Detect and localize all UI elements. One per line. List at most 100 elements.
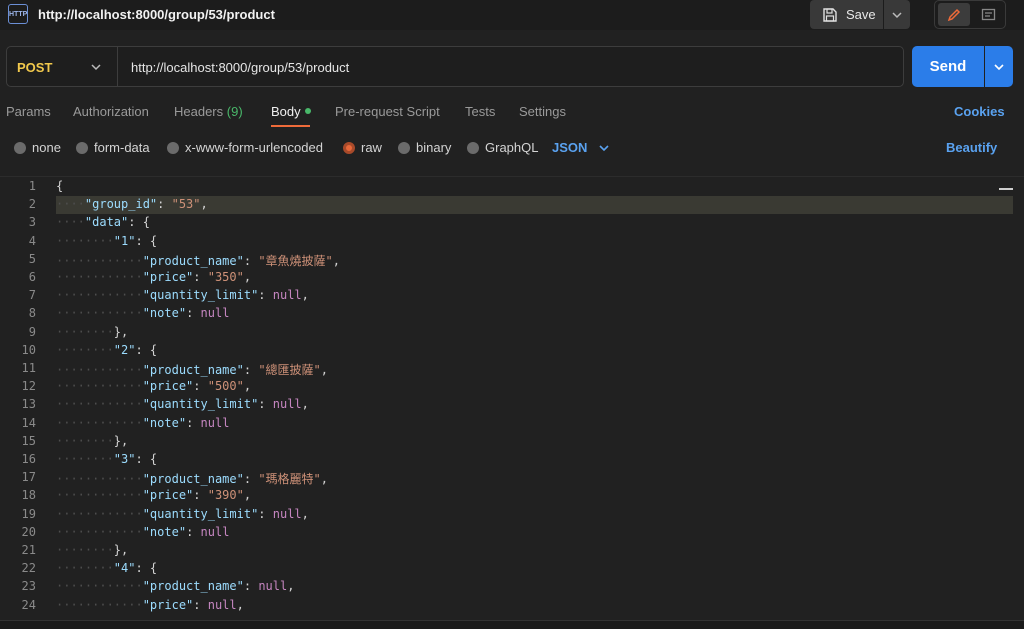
code-token: null (200, 415, 230, 430)
code-token: , (287, 579, 295, 594)
request-title-bar: HTTP http://localhost:8000/group/53/prod… (0, 0, 1024, 30)
indent-guide: ········ (56, 452, 114, 466)
code-editor[interactable]: 1{2 ····"group_id": "53", 3 ····"data": {4 ·… (0, 176, 1024, 621)
code-token: "4" (113, 561, 136, 576)
headers-count: (9) (226, 104, 243, 119)
radio-label: none (32, 140, 61, 155)
scrollbar-thumb[interactable] (999, 188, 1013, 190)
code-token: "product_name" (142, 579, 244, 594)
code-token: "390" (207, 488, 244, 503)
code-token: null (200, 306, 230, 321)
indent-guide: ···· (56, 197, 85, 212)
code-token: , (243, 270, 252, 284)
save-button[interactable]: Save (810, 0, 883, 29)
request-title[interactable]: http://localhost:8000/group/53/product (38, 7, 275, 22)
line-number: 15 (21, 433, 36, 448)
radio-circle (167, 141, 179, 154)
code-token: , (301, 288, 309, 303)
chevron-down-icon[interactable] (90, 61, 102, 73)
code-token: "price" (142, 379, 194, 394)
tab-authorization[interactable]: Authorization (73, 104, 149, 119)
line-number: 13 (21, 397, 36, 412)
code-token: : (258, 397, 273, 412)
tab-body-label: Body (271, 104, 301, 119)
code-line: ············"note": null (56, 525, 229, 539)
comments-button[interactable] (973, 3, 1003, 26)
line-number: 9 (28, 324, 36, 339)
code-token: null (272, 288, 302, 303)
send-dropdown-button[interactable] (985, 46, 1013, 87)
save-dropdown-button[interactable] (884, 0, 910, 29)
code-line: ········}, (56, 543, 128, 557)
code-token: : { (135, 561, 158, 576)
cookies-link[interactable]: Cookies (954, 104, 1005, 119)
code-token: , (200, 197, 208, 212)
radio-binary[interactable]: binary (398, 140, 451, 155)
tab-tests[interactable]: Tests (465, 104, 495, 119)
indent-guide: ············ (56, 288, 143, 303)
code-token: , (320, 472, 328, 487)
code-token: , (236, 597, 244, 612)
tab-headers[interactable]: Headers (9) (174, 104, 243, 119)
request-tabs: Params Authorization Headers (9) Body Pr… (0, 100, 1024, 130)
indent-guide: ············ (56, 597, 143, 612)
indent-guide: ············ (56, 270, 143, 284)
indent-guide: ············ (56, 253, 143, 268)
code-token: null (207, 597, 237, 612)
indent-guide: ········ (56, 324, 114, 339)
radio-circle (398, 141, 410, 154)
line-number: 23 (21, 579, 36, 594)
line-number: 10 (21, 342, 36, 357)
active-tab-indicator (271, 125, 310, 127)
tab-settings[interactable]: Settings (519, 104, 566, 119)
tab-body[interactable]: Body (271, 104, 311, 119)
code-token: null (272, 397, 302, 412)
code-line: ········}, (56, 325, 128, 339)
code-line: ············"product_name": "章魚燒披薩", (56, 252, 340, 269)
url-input[interactable]: http://localhost:8000/group/53/product (131, 60, 349, 75)
code-token: null (258, 579, 288, 594)
code-line: ············"price": null, (56, 598, 244, 612)
code-token: "product_name" (142, 253, 244, 268)
code-token: : (243, 253, 259, 268)
radio-label: binary (416, 140, 452, 155)
radio-raw[interactable]: raw (343, 140, 382, 155)
editor-mode-toggle (934, 0, 1006, 29)
format-select[interactable]: JSON (552, 140, 587, 155)
edit-mode-button[interactable] (938, 3, 970, 26)
code-token: : (243, 472, 259, 487)
code-token: "group_id" (84, 197, 158, 212)
line-number: 19 (21, 506, 36, 521)
radio-graphql[interactable]: GraphQL (467, 140, 538, 155)
code-token: : (186, 524, 201, 539)
code-token: , (301, 506, 309, 521)
code-token: : { (135, 342, 158, 357)
url-bar: POST http://localhost:8000/group/53/prod… (6, 46, 904, 87)
code-token: : (186, 415, 201, 430)
radio-none[interactable]: none (14, 140, 61, 155)
indent-guide: ········ (56, 233, 114, 248)
code-token: "1" (113, 233, 136, 248)
http-request-icon: HTTP (8, 4, 28, 24)
tab-pre-request-script[interactable]: Pre-request Script (335, 104, 440, 119)
send-button[interactable]: Send (912, 46, 984, 87)
code-line: ············"product_name": null, (56, 579, 294, 593)
code-token: "product_name" (142, 472, 244, 487)
code-line: ············"product_name": "瑪格麗特", (56, 470, 328, 487)
radio-x-www-form-urlencoded[interactable]: x-www-form-urlencoded (167, 140, 323, 155)
method-select[interactable]: POST (17, 60, 52, 75)
code-token: { (56, 179, 64, 193)
indent-guide: ············ (56, 415, 143, 430)
indent-guide: ········ (56, 561, 114, 576)
tab-params[interactable]: Params (6, 104, 51, 119)
code-token: , (332, 253, 340, 268)
chevron-down-icon[interactable] (598, 142, 610, 154)
indent-guide: ············ (56, 306, 143, 321)
radio-circle-selected (343, 141, 355, 154)
beautify-button[interactable]: Beautify (946, 140, 997, 155)
code-line: ············"quantity_limit": null, (56, 288, 309, 302)
code-token: "quantity_limit" (142, 506, 259, 521)
radio-circle (467, 141, 479, 154)
radio-form-data[interactable]: form-data (76, 140, 150, 155)
code-token: : { (128, 215, 150, 230)
